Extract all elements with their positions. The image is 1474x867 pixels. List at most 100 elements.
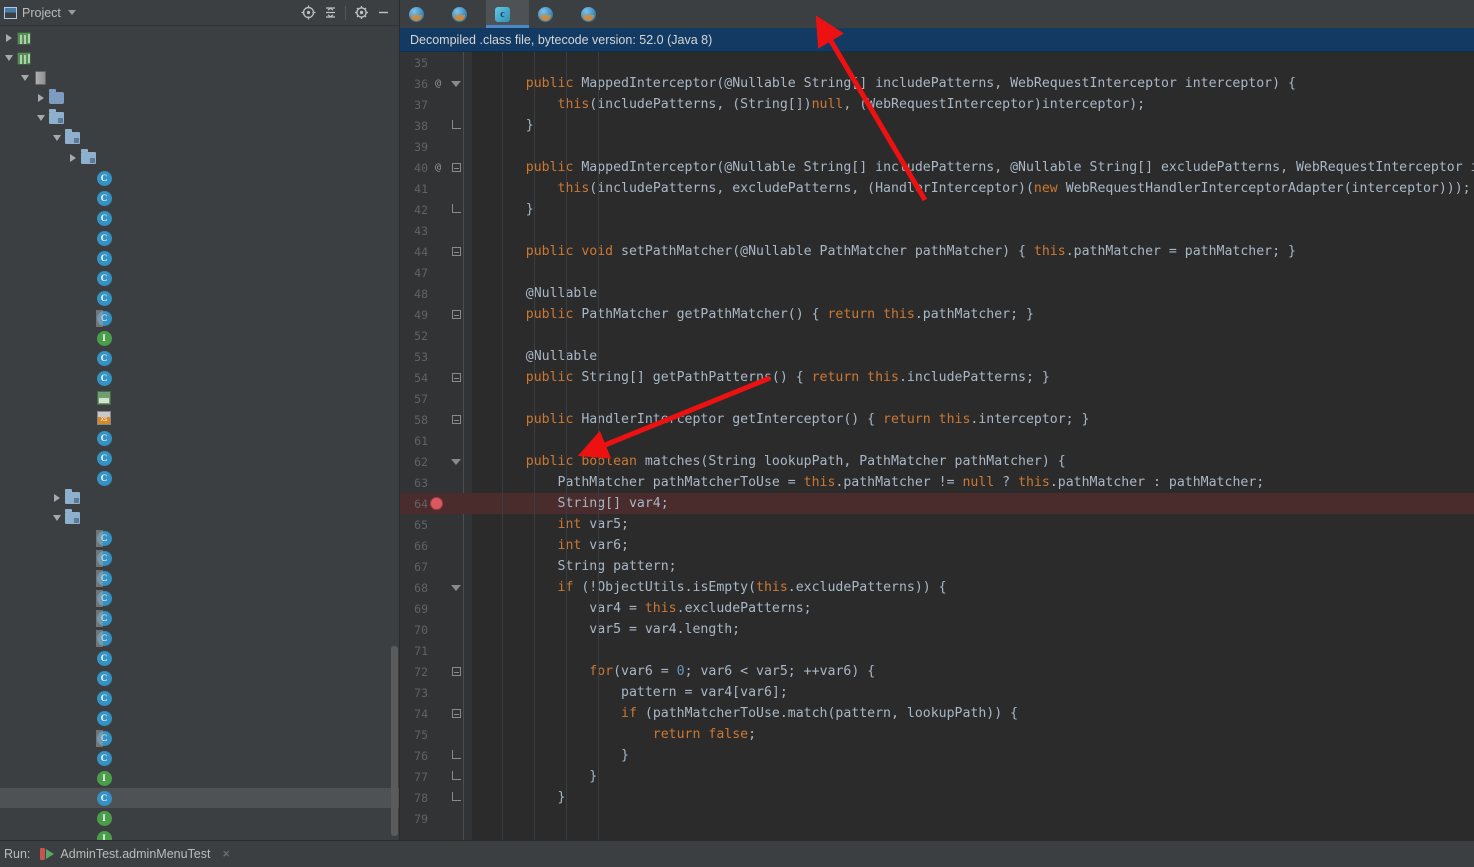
editor-gutter[interactable]: 3536@37383940@41424344474849525354575861… xyxy=(400,52,472,840)
code-line[interactable]: var4 = this.excludePatterns; xyxy=(494,598,1474,619)
code-line[interactable]: return false; xyxy=(494,724,1474,745)
code-line[interactable]: @Nullable xyxy=(494,283,1474,304)
fold-region[interactable] xyxy=(446,667,466,676)
fold-region[interactable] xyxy=(446,750,466,762)
hide-panel-icon[interactable] xyxy=(373,3,393,23)
gutter-line[interactable]: 58 xyxy=(400,409,472,430)
chevron-down-icon[interactable] xyxy=(53,135,61,141)
fold-collapse-icon[interactable] xyxy=(452,247,461,256)
tree-node[interactable]: C xyxy=(0,308,399,328)
fold-region[interactable] xyxy=(446,415,466,424)
gutter-line[interactable]: 74 xyxy=(400,703,472,724)
tree-twisty[interactable] xyxy=(2,34,16,42)
tree-node[interactable]: C xyxy=(0,428,399,448)
tree-node[interactable] xyxy=(0,108,399,128)
collapse-all-icon[interactable] xyxy=(320,3,340,23)
code-line[interactable] xyxy=(494,136,1474,157)
project-tree[interactable]: CCCCCCCCICCCCCCCCCCCCCCCCCICII xyxy=(0,26,399,840)
fold-collapse-icon[interactable] xyxy=(452,415,461,424)
gutter-line[interactable]: 57 xyxy=(400,388,472,409)
code-line[interactable]: String pattern; xyxy=(494,556,1474,577)
tree-node[interactable]: C xyxy=(0,788,399,808)
tree-node[interactable]: C xyxy=(0,208,399,228)
code-line[interactable]: @Nullable xyxy=(494,346,1474,367)
tree-node[interactable]: C xyxy=(0,548,399,568)
tree-node[interactable]: C xyxy=(0,268,399,288)
fold-region[interactable] xyxy=(446,792,466,804)
tree-node[interactable]: I xyxy=(0,828,399,840)
gutter-line[interactable]: 78 xyxy=(400,787,472,808)
project-tree-scrollbar[interactable] xyxy=(390,26,399,840)
code-line[interactable] xyxy=(494,325,1474,346)
fold-region[interactable] xyxy=(446,771,466,783)
gutter-line[interactable]: 63 xyxy=(400,472,472,493)
gutter-line[interactable]: 47 xyxy=(400,262,472,283)
tree-node[interactable]: I xyxy=(0,768,399,788)
tree-node[interactable]: C xyxy=(0,528,399,548)
code-line[interactable]: public HandlerInterceptor getInterceptor… xyxy=(494,409,1474,430)
code-line[interactable]: } xyxy=(494,787,1474,808)
tree-twisty[interactable] xyxy=(50,494,64,502)
chevron-down-icon[interactable] xyxy=(68,10,76,15)
code-line[interactable] xyxy=(494,430,1474,451)
code-line[interactable]: } xyxy=(494,115,1474,136)
fold-region[interactable] xyxy=(446,373,466,382)
code-line[interactable]: if (pathMatcherToUse.match(pattern, look… xyxy=(494,703,1474,724)
chevron-down-icon[interactable] xyxy=(37,115,45,121)
project-title[interactable]: Project xyxy=(4,6,76,20)
gutter-line[interactable]: 69 xyxy=(400,598,472,619)
tree-node[interactable]: C xyxy=(0,728,399,748)
breakpoint-icon[interactable] xyxy=(430,497,443,510)
tree-node[interactable]: C xyxy=(0,628,399,648)
chevron-down-icon[interactable] xyxy=(5,55,13,61)
gutter-line[interactable]: 79 xyxy=(400,808,472,829)
fold-region[interactable] xyxy=(446,247,466,256)
gutter-line[interactable]: 77 xyxy=(400,766,472,787)
gutter-line[interactable]: 40@ xyxy=(400,157,472,178)
tree-node[interactable]: C xyxy=(0,748,399,768)
gutter-line[interactable]: 49 xyxy=(400,304,472,325)
code-line[interactable] xyxy=(494,640,1474,661)
tree-node[interactable] xyxy=(0,388,399,408)
fold-region[interactable] xyxy=(446,204,466,216)
close-icon[interactable]: × xyxy=(222,847,229,861)
code-line[interactable]: public MappedInterceptor(@Nullable Strin… xyxy=(494,157,1474,178)
gutter-line[interactable]: 38 xyxy=(400,115,472,136)
code-line[interactable] xyxy=(494,262,1474,283)
code-editor[interactable]: 3536@37383940@41424344474849525354575861… xyxy=(400,52,1474,840)
code-line[interactable] xyxy=(494,808,1474,829)
editor-tab[interactable] xyxy=(486,0,529,28)
tree-node[interactable]: C xyxy=(0,448,399,468)
gutter-line[interactable]: 70 xyxy=(400,619,472,640)
code-line[interactable]: public boolean matches(String lookupPath… xyxy=(494,451,1474,472)
gutter-line[interactable]: 36@ xyxy=(400,73,472,94)
fold-collapse-icon[interactable] xyxy=(452,709,461,718)
gutter-line[interactable]: 35 xyxy=(400,52,472,73)
tree-node[interactable]: C xyxy=(0,588,399,608)
code-line[interactable] xyxy=(494,220,1474,241)
code-line[interactable]: public MappedInterceptor(@Nullable Strin… xyxy=(494,73,1474,94)
tree-node[interactable] xyxy=(0,48,399,68)
fold-collapse-icon[interactable] xyxy=(451,81,461,87)
tree-node[interactable]: C xyxy=(0,368,399,388)
gutter-line[interactable]: 76 xyxy=(400,745,472,766)
gutter-line[interactable]: 48 xyxy=(400,283,472,304)
tree-node[interactable] xyxy=(0,508,399,528)
tree-twisty[interactable] xyxy=(50,135,64,141)
fold-collapse-icon[interactable] xyxy=(452,163,461,172)
fold-region[interactable] xyxy=(446,709,466,718)
gutter-line[interactable]: 68 xyxy=(400,577,472,598)
fold-collapse-icon[interactable] xyxy=(452,667,461,676)
gutter-line[interactable]: 37 xyxy=(400,94,472,115)
code-line[interactable]: public String[] getPathPatterns() { retu… xyxy=(494,367,1474,388)
chevron-down-icon[interactable] xyxy=(53,515,61,521)
code-line[interactable]: for(var6 = 0; var6 < var5; ++var6) { xyxy=(494,661,1474,682)
tree-node[interactable]: C xyxy=(0,568,399,588)
gutter-line[interactable]: 42 xyxy=(400,199,472,220)
tree-twisty[interactable] xyxy=(66,154,80,162)
tree-node[interactable]: C xyxy=(0,468,399,488)
tree-node[interactable] xyxy=(0,68,399,88)
code-line[interactable]: int var5; xyxy=(494,514,1474,535)
tree-node[interactable] xyxy=(0,488,399,508)
tree-twisty[interactable] xyxy=(34,115,48,121)
